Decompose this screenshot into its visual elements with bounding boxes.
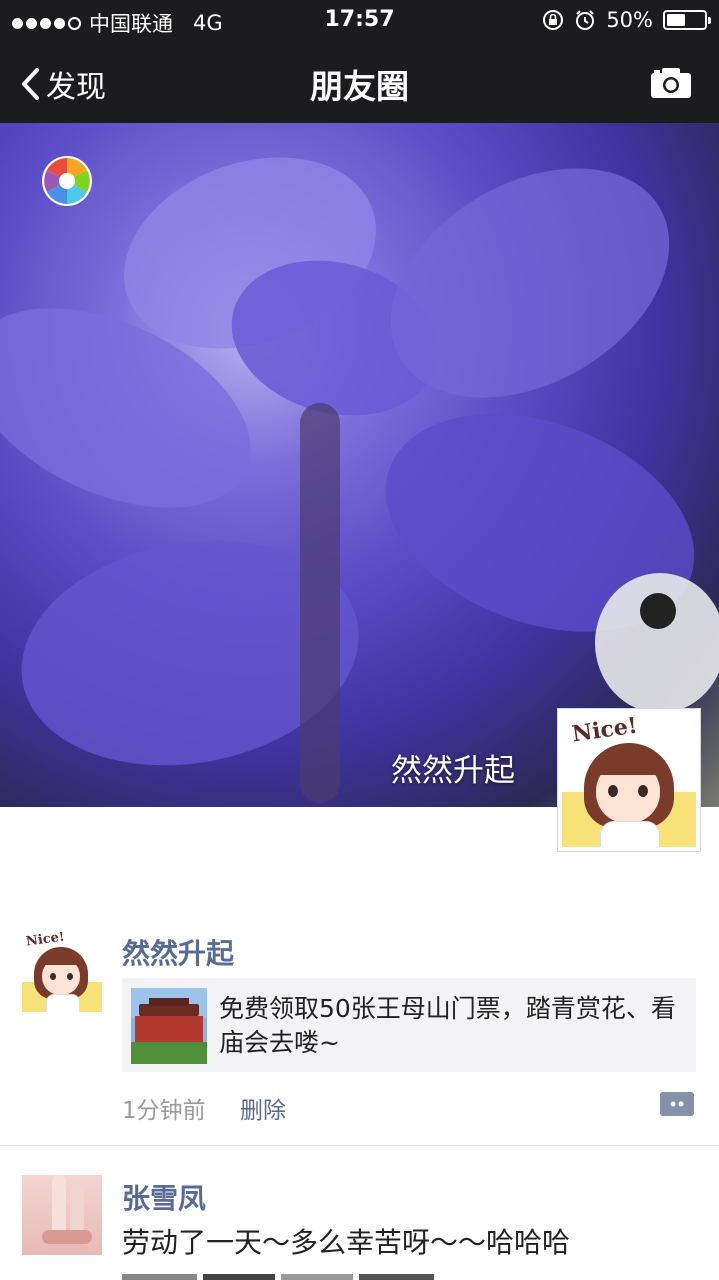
shutter-logo-icon (42, 156, 92, 206)
status-right: 50% (542, 8, 711, 32)
link-title: 免费领取50张王母山门票，踏青赏花、看庙会去喽~ (219, 994, 676, 1057)
post-avatar[interactable] (22, 1175, 102, 1255)
post-avatar[interactable]: Nice! (22, 932, 102, 1012)
alarm-icon (576, 10, 595, 30)
post-author[interactable]: 张雪凤 (122, 1177, 206, 1217)
more-actions-icon (654, 1101, 684, 1107)
status-bar: 中国联通 4G 17:57 50% (0, 0, 719, 40)
battery-percent: 50% (606, 8, 653, 32)
link-thumbnail (131, 988, 207, 1064)
post-time: 1分钟前 (122, 1098, 206, 1124)
post-text: 劳动了一天～多么幸苦呀～～哈哈哈 (122, 1226, 571, 1259)
post-divider (0, 1145, 719, 1146)
cover-user-name: 然然升起 (391, 753, 515, 789)
comment-button[interactable] (654, 1092, 694, 1116)
avatar-illustration: Nice! (562, 713, 696, 847)
rotation-lock-icon (543, 10, 564, 30)
camera-icon (651, 68, 691, 98)
delete-button[interactable]: 删除 (240, 1091, 286, 1125)
my-avatar[interactable]: Nice! (557, 708, 701, 852)
camera-button[interactable] (649, 66, 693, 104)
battery-icon (663, 10, 711, 30)
nav-bar: 发现 朋友圈 (0, 40, 719, 123)
page-title: 朋友圈 (310, 67, 409, 106)
post-image-strip[interactable] (122, 1274, 434, 1280)
cover-photo[interactable] (0, 123, 719, 807)
post-author[interactable]: 然然升起 (122, 932, 234, 972)
shared-link-card[interactable]: 免费领取50张王母山门票，踏青赏花、看庙会去喽~ (122, 978, 696, 1072)
